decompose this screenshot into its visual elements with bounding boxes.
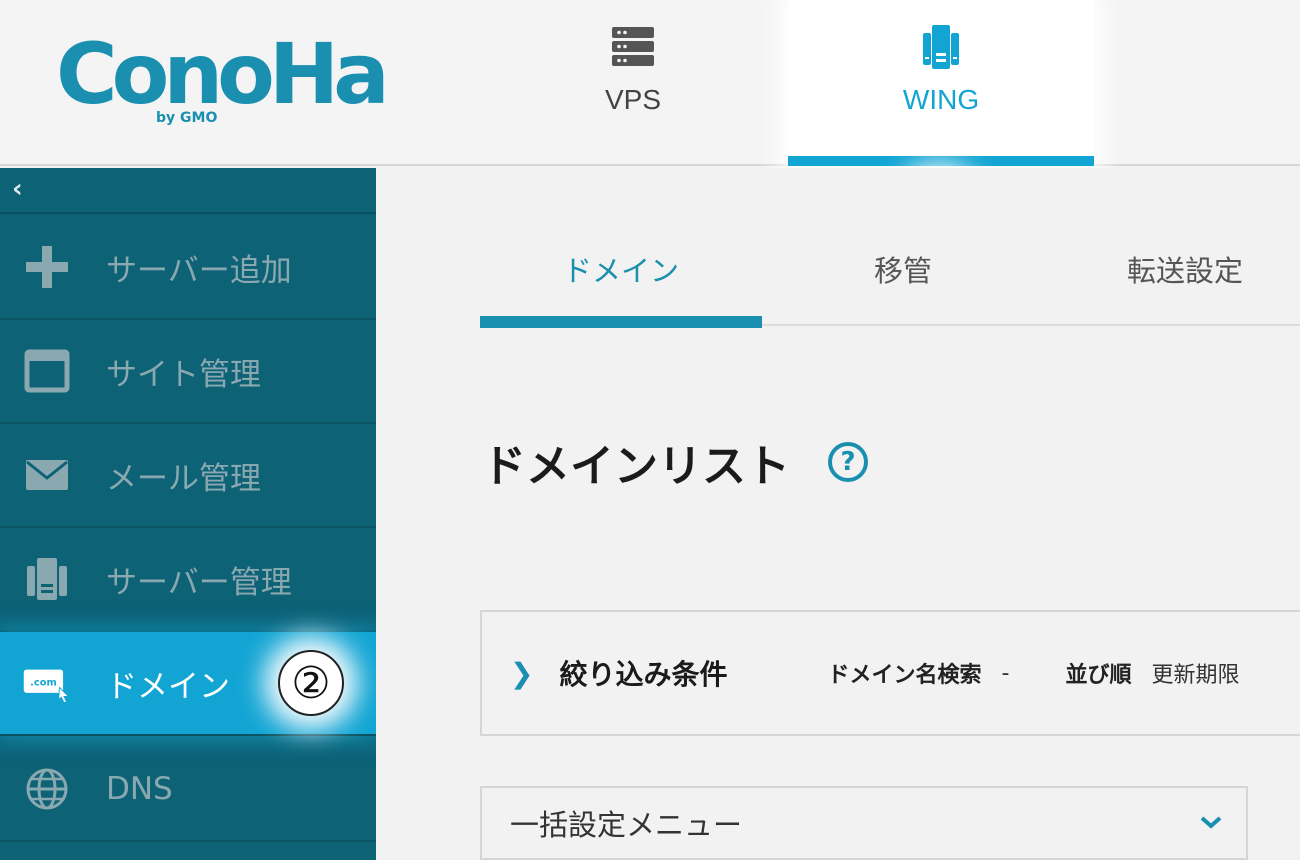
topnav-label-wing: WING [902, 84, 980, 115]
chevron-left-icon: ‹ [12, 174, 23, 204]
topnav-label-vps: VPS [604, 84, 662, 115]
sort-order-label: 並び順 [1065, 663, 1132, 688]
help-icon[interactable]: ? [828, 442, 868, 482]
step-marker-2: ② [278, 650, 344, 716]
filter-panel[interactable]: ❯ 絞り込み条件 ドメイン名検索 - 並び順 更新期限 [480, 610, 1300, 736]
wing-server-icon [917, 24, 965, 70]
tab-domain[interactable]: ドメイン [480, 218, 762, 328]
bulk-settings-label: 一括設定メニュー [510, 808, 743, 842]
top-header: ConoHa by GMO VPS WING [0, 0, 1300, 166]
title-row: ドメインリスト ? [482, 430, 868, 494]
sort-order-value: 更新期限 [1151, 663, 1240, 688]
domain-search-value: - [1001, 660, 1010, 686]
domain-subtabs: ドメイン 移管 転送設定 [480, 218, 1300, 328]
plus-icon [22, 242, 72, 292]
sidebar-item-label: ドメイン [106, 668, 230, 705]
filter-title: 絞り込み条件 [559, 658, 728, 691]
tab-forwarding-settings[interactable]: 転送設定 [1044, 218, 1300, 326]
topnav-tab-vps[interactable]: VPS [480, 0, 786, 166]
envelope-icon [22, 450, 72, 500]
dotcom-icon: .com [22, 658, 72, 708]
sidebar-item-site-management[interactable]: サイト管理 [0, 320, 376, 424]
topnav-tab-wing[interactable]: WING [788, 0, 1094, 166]
chevron-down-icon [1200, 814, 1222, 833]
browser-window-icon [22, 346, 72, 396]
globe-icon [22, 764, 72, 814]
sidebar-collapse-button[interactable]: ‹ [0, 168, 376, 214]
server-icon [22, 554, 72, 604]
sidebar-item-add-server[interactable]: サーバー追加 [0, 216, 376, 320]
tab-transfer[interactable]: 移管 [762, 218, 1044, 326]
main-content: ドメイン 移管 転送設定 ドメインリスト ? ❯ 絞り込み条件 ドメイン名検索 … [376, 168, 1300, 860]
chevron-right-icon: ❯ [510, 656, 534, 690]
domain-search-label: ドメイン名検索 [827, 663, 982, 688]
sidebar-item-dns[interactable]: DNS [0, 738, 376, 842]
active-tab-underline [788, 156, 1094, 166]
sidebar-item-label: DNS [106, 771, 173, 807]
sidebar-item-label: サイト管理 [106, 356, 261, 393]
logo-subtext: by GMO [156, 110, 218, 126]
dotcom-icon-text: .com [30, 678, 57, 689]
sidebar-item-label: サーバー管理 [106, 564, 292, 601]
sidebar: ‹ サーバー追加 サイト管理 メール管理 サーバー管理 .com ドメイン DN… [0, 168, 376, 860]
bulk-settings-menu[interactable]: 一括設定メニュー [480, 786, 1248, 860]
conoha-logo[interactable]: ConoHa by GMO [56, 25, 390, 130]
sidebar-item-label: サーバー追加 [106, 252, 292, 289]
page-title: ドメインリスト [482, 441, 790, 492]
logo-text: ConoHa [56, 25, 390, 123]
sidebar-item-mail-management[interactable]: メール管理 [0, 424, 376, 528]
page: ConoHa by GMO VPS WING ‹ サーバー追加 サイト管理 メー… [0, 0, 1300, 860]
sidebar-item-server-management[interactable]: サーバー管理 [0, 528, 376, 632]
server-rack-icon [610, 24, 656, 70]
sidebar-item-label: メール管理 [106, 460, 261, 497]
